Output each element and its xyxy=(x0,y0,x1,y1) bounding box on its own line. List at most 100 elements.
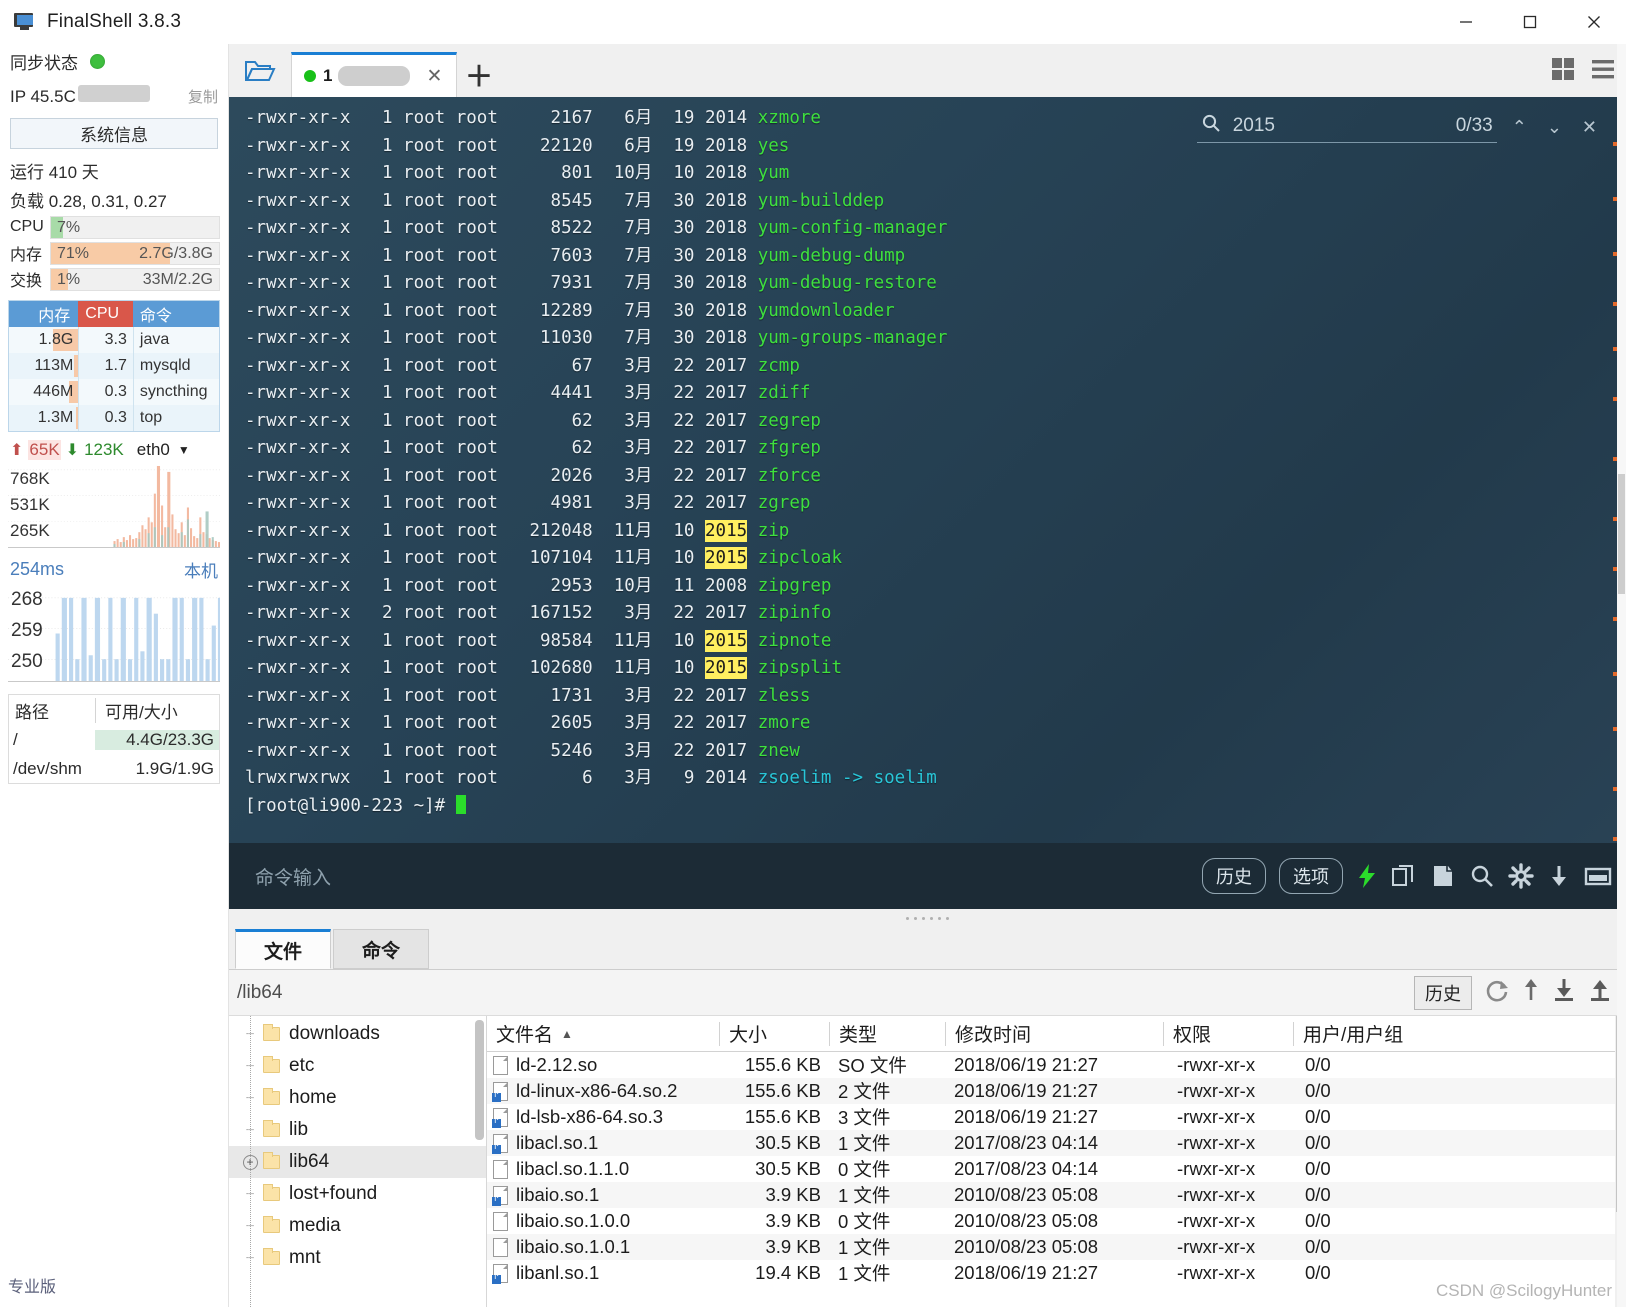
file-icon xyxy=(493,1212,508,1231)
process-row[interactable]: 113M 1.7 mysqld xyxy=(9,353,219,379)
window-icon[interactable] xyxy=(1584,863,1612,889)
tree-item-lib[interactable]: ┈lib xyxy=(229,1114,486,1146)
file-icon xyxy=(493,1160,508,1179)
close-icon[interactable]: ✕ xyxy=(426,67,442,86)
file-row[interactable]: ld-2.12.so155.6 KBSO 文件2018/06/19 21:27-… xyxy=(487,1052,1626,1078)
minimize-button[interactable] xyxy=(1434,0,1498,44)
file-icon xyxy=(493,1238,508,1257)
file-user-group: 0/0 xyxy=(1293,1158,1626,1180)
disk-row[interactable]: /dev/shm 1.9G/1.9G xyxy=(9,754,219,783)
column-permissions[interactable]: 权限 xyxy=(1163,1022,1293,1046)
tree-item-lib64[interactable]: + lib64 xyxy=(229,1146,486,1178)
tree-scrollbar[interactable] xyxy=(475,1020,484,1140)
memory-meter-row: 内存 71% 2.7G/3.8G xyxy=(0,240,228,266)
tree-item-mnt[interactable]: ┈mnt xyxy=(229,1242,486,1274)
file-row[interactable]: libacl.so.1.1.030.5 KB0 文件2017/08/23 04:… xyxy=(487,1156,1626,1182)
column-mtime[interactable]: 修改时间 xyxy=(945,1022,1163,1046)
upload-icon[interactable] xyxy=(1588,977,1612,1008)
tab-files[interactable]: 文件 xyxy=(235,929,331,969)
process-row[interactable]: 446M 0.3 syncthing xyxy=(9,379,219,405)
chevron-down-icon[interactable]: ▼ xyxy=(178,443,190,457)
search-icon xyxy=(1201,113,1221,138)
tree-item-etc[interactable]: ┈etc xyxy=(229,1050,486,1082)
column-user-group[interactable]: 用户/用户组 xyxy=(1293,1022,1626,1046)
process-row[interactable]: 1.3M 0.3 top xyxy=(9,405,219,431)
disk-col-size: 可用/大小 xyxy=(95,698,219,723)
process-col-memory[interactable]: 内存 xyxy=(9,301,78,327)
terminal-search-field[interactable]: 2015 0/33 xyxy=(1197,111,1497,143)
copy-icon[interactable] xyxy=(1391,863,1417,889)
file-user-group: 0/0 xyxy=(1293,1080,1626,1102)
grid-view-icon[interactable] xyxy=(1550,56,1576,87)
terminal-output[interactable]: -rwxr-xr-x 1 root root 2167 6月 19 2014 x… xyxy=(229,97,1626,843)
file-mtime: 2017/08/23 04:14 xyxy=(945,1158,1163,1180)
file-name: libanl.so.1 xyxy=(516,1262,599,1284)
tab-commands[interactable]: 命令 xyxy=(333,929,429,969)
expand-icon[interactable]: + xyxy=(237,1155,263,1170)
terminal-line: -rwxr-xr-x 1 root root 2026 3月 22 2017 z… xyxy=(245,463,1626,491)
panel-splitter[interactable] xyxy=(229,909,1626,927)
up-icon[interactable] xyxy=(1522,977,1540,1008)
network-interface-label[interactable]: eth0 xyxy=(137,440,170,460)
file-row[interactable]: ld-linux-x86-64.so.2155.6 KB2 文件2018/06/… xyxy=(487,1078,1626,1104)
gear-icon[interactable] xyxy=(1508,863,1534,889)
window-scrollbar[interactable] xyxy=(1617,44,1626,1307)
command-input[interactable]: 命令输入 xyxy=(255,863,331,890)
refresh-icon[interactable] xyxy=(1484,977,1510,1008)
search-next-button[interactable]: ⌄ xyxy=(1542,117,1567,138)
view-toggle-group xyxy=(1550,56,1616,87)
terminal-filename: zmore xyxy=(747,713,810,733)
copy-ip-button[interactable]: 复制 xyxy=(188,86,218,107)
file-row[interactable]: libacl.so.130.5 KB1 文件2017/08/23 04:14-r… xyxy=(487,1130,1626,1156)
swap-meter-value: 33M/2.2G xyxy=(143,269,213,290)
terminal-panel[interactable]: 2015 0/33 ⌃ ⌄ ✕ -rwxr-xr-x 1 root root 2… xyxy=(229,97,1626,909)
file-browser-panel: 文件 命令 /lib64 历史 xyxy=(229,927,1626,1307)
process-col-cpu[interactable]: CPU xyxy=(78,301,133,327)
command-options-button[interactable]: 选项 xyxy=(1279,858,1343,894)
memory-meter-value: 2.7G/3.8G xyxy=(139,243,213,264)
file-permissions: -rwxr-xr-x xyxy=(1163,1184,1293,1206)
tree-item-home[interactable]: ┈home xyxy=(229,1082,486,1114)
disk-row[interactable]: / 4.4G/23.3G xyxy=(9,725,219,754)
search-close-button[interactable]: ✕ xyxy=(1577,117,1602,138)
paste-icon[interactable] xyxy=(1430,863,1456,889)
ping-host-label[interactable]: 本机 xyxy=(184,557,218,582)
folder-icon xyxy=(263,1091,280,1105)
current-path[interactable]: /lib64 xyxy=(237,982,282,1004)
download-icon[interactable] xyxy=(1547,863,1571,889)
network-ytick-0: 768K xyxy=(10,466,50,492)
tree-item-label: lib64 xyxy=(289,1151,329,1173)
file-permissions: -rwxr-xr-x xyxy=(1163,1210,1293,1232)
tree-item-label: mnt xyxy=(289,1247,321,1269)
session-tab-1[interactable]: 1 ✕ xyxy=(291,52,457,97)
system-info-button[interactable]: 系统信息 xyxy=(10,118,218,149)
maximize-button[interactable] xyxy=(1498,0,1562,44)
column-size[interactable]: 大小 xyxy=(719,1022,829,1046)
download-icon[interactable] xyxy=(1552,977,1576,1008)
directory-tree[interactable]: ┈downloads┈etc┈home┈lib + lib64 ┈lost+found… xyxy=(229,1016,487,1307)
list-view-icon[interactable] xyxy=(1590,56,1616,87)
open-folder-icon[interactable] xyxy=(229,44,291,97)
bolt-icon[interactable] xyxy=(1356,863,1378,889)
file-row[interactable]: libaio.so.1.0.13.9 KB1 文件2010/08/23 05:0… xyxy=(487,1234,1626,1260)
process-row[interactable]: 1.8G 3.3 java xyxy=(9,327,219,353)
session-tab-number: 1 xyxy=(323,66,332,86)
search-icon[interactable] xyxy=(1469,863,1495,889)
file-row[interactable]: libaio.so.13.9 KB1 文件2010/08/23 05:08-rw… xyxy=(487,1182,1626,1208)
tree-item-downloads[interactable]: ┈downloads xyxy=(229,1018,486,1050)
tree-item-lost-found[interactable]: ┈lost+found xyxy=(229,1178,486,1210)
terminal-line: -rwxr-xr-x 1 root root 67 3月 22 2017 zcm… xyxy=(245,353,1626,381)
file-row[interactable]: ld-lsb-x86-64.so.3155.6 KB3 文件2018/06/19… xyxy=(487,1104,1626,1130)
command-history-button[interactable]: 历史 xyxy=(1202,858,1266,894)
search-prev-button[interactable]: ⌃ xyxy=(1507,117,1532,138)
file-row[interactable]: libaio.so.1.0.03.9 KB0 文件2010/08/23 05:0… xyxy=(487,1208,1626,1234)
file-type: 1 文件 xyxy=(829,1182,945,1208)
file-history-button[interactable]: 历史 xyxy=(1414,976,1472,1010)
process-col-command[interactable]: 命令 xyxy=(133,301,219,327)
tree-item-media[interactable]: ┈media xyxy=(229,1210,486,1242)
column-type[interactable]: 类型 xyxy=(829,1022,945,1046)
column-filename[interactable]: 文件名▲ xyxy=(487,1022,719,1046)
close-button[interactable] xyxy=(1562,0,1626,44)
new-tab-button[interactable]: ＋ xyxy=(457,52,501,97)
terminal-year: 2017 xyxy=(705,686,747,706)
